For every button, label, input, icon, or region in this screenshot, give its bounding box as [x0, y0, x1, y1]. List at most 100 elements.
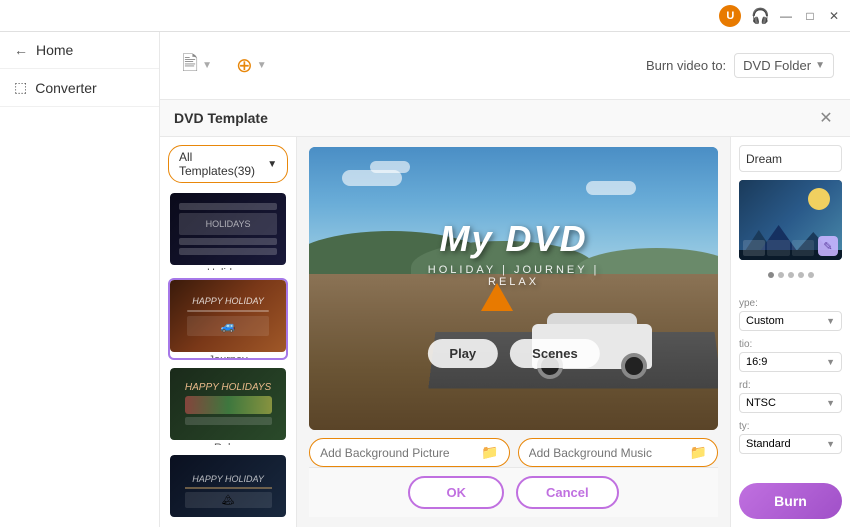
standard-setting-row: rd: NTSC ▼ [739, 380, 842, 413]
template-filter-label: All Templates(39) [179, 150, 267, 178]
template-name-holidays: Holidays [170, 265, 286, 272]
burn-button[interactable]: Burn [739, 483, 842, 519]
dvd-template-dialog: DVD Template ✕ All Templates(39) ▼ [160, 100, 850, 527]
template4-icon: 🏔 [222, 495, 235, 506]
preview-inputs: 📁 📁 [309, 438, 718, 467]
add-file-chevron: ▼ [202, 60, 212, 71]
bg-music-input[interactable] [529, 446, 684, 460]
holidays-thumb-content: HOLIDAYS [170, 193, 286, 265]
sidebar-item-converter[interactable]: ⬚ Converter [0, 69, 159, 107]
bg-music-wrap: 📁 [518, 438, 718, 467]
template4-block: 🏔 [185, 492, 272, 508]
strip-edit-btn[interactable]: ✎ [818, 236, 838, 256]
ok-button[interactable]: OK [408, 476, 504, 509]
close-btn[interactable]: ✕ [826, 8, 842, 24]
dialog-title: DVD Template [174, 110, 268, 126]
template-thumb-journey: HAPPY HOLIDAY 🚙 [170, 280, 286, 352]
quality-setting-row: ty: Standard ▼ [739, 421, 842, 454]
standard-select[interactable]: NTSC ▼ [739, 393, 842, 413]
standard-chevron: ▼ [826, 398, 835, 408]
sidebar-item-home[interactable]: ← Home [0, 32, 159, 69]
strip-moon [808, 188, 830, 210]
type-setting-row: ype: Custom ▼ [739, 298, 842, 331]
holiday-strip-1 [179, 203, 278, 210]
strip-thumbs [743, 240, 814, 256]
bg-music-folder-icon[interactable]: 📁 [690, 444, 707, 461]
dot-2 [778, 272, 784, 278]
maximize-btn[interactable]: □ [802, 8, 818, 24]
bg-picture-input[interactable] [320, 446, 475, 460]
sidebar-converter-label: Converter [35, 80, 96, 96]
add-folder-icon: ⊕ [236, 53, 253, 78]
dialog-body: All Templates(39) ▼ HOLIDAYS [160, 137, 850, 527]
bg-picture-wrap: 📁 [309, 438, 509, 467]
quality-value: Standard [746, 438, 791, 450]
template-item-4[interactable]: HAPPY HOLIDAY 🏔 [168, 453, 288, 519]
ratio-setting-row: tio: 16:9 ▼ [739, 339, 842, 372]
settings-panel: ▷ [730, 137, 850, 527]
sidebar-home-label: Home [36, 42, 73, 58]
preview-panel: My DVD HOLIDAY | JOURNEY | RELAX [297, 137, 730, 527]
template-filter-dropdown[interactable]: All Templates(39) ▼ [168, 145, 288, 183]
cancel-button[interactable]: Cancel [516, 476, 619, 509]
cloud-2 [370, 161, 410, 173]
add-folder-chevron: ▼ [257, 60, 267, 71]
template4-text: HAPPY HOLIDAY [192, 474, 264, 484]
burn-destination-dropdown[interactable]: DVD Folder ▼ [734, 53, 834, 78]
burn-dropdown-chevron: ▼ [815, 60, 825, 71]
dvd-subtitle: HOLIDAY | JOURNEY | RELAX [411, 264, 615, 288]
scenes-btn[interactable]: Scenes [510, 339, 600, 368]
play-btn[interactable]: Play [427, 339, 498, 368]
dream-search-input[interactable] [746, 152, 850, 166]
bg-picture-folder-icon[interactable]: 📁 [481, 444, 498, 461]
strip-dots [739, 272, 842, 278]
holiday-main-text: HOLIDAYS [206, 219, 251, 229]
filter-chevron-icon: ▼ [267, 159, 277, 170]
dialog-close-btn[interactable]: ✕ [816, 108, 836, 128]
ratio-value: 16:9 [746, 356, 767, 368]
dialog-footer: OK Cancel [309, 467, 718, 517]
holiday-main: HOLIDAYS [179, 213, 278, 235]
template-list: HOLIDAYS Holidays HAPPY HOLIDAY [168, 191, 288, 519]
add-folder-btn[interactable]: ⊕ ▼ [230, 49, 273, 82]
standard-value: NTSC [746, 397, 776, 409]
dot-4 [798, 272, 804, 278]
relax-colorbar [185, 396, 272, 414]
dot-3 [788, 272, 794, 278]
template-item-relax[interactable]: HAPPY HOLIDAYS Relax [168, 366, 288, 447]
journey-car-area: 🚙 [187, 316, 268, 336]
title-bar: U 🎧 — □ ✕ [0, 0, 850, 32]
quality-chevron: ▼ [826, 439, 835, 449]
quality-label: ty: [739, 421, 842, 432]
dialog-header: DVD Template ✕ [160, 100, 850, 137]
dot-5 [808, 272, 814, 278]
window-controls: — □ ✕ [778, 8, 842, 24]
template-name-relax: Relax [170, 440, 286, 447]
type-select[interactable]: Custom ▼ [739, 311, 842, 331]
ratio-label: tio: [739, 339, 842, 350]
strip-thumb-1 [743, 240, 765, 256]
dot-1 [768, 272, 774, 278]
minimize-btn[interactable]: — [778, 8, 794, 24]
type-value: Custom [746, 315, 784, 327]
dvd-title-area: My DVD HOLIDAY | JOURNEY | RELAX [411, 218, 615, 288]
top-toolbar: 🖹 ▼ ⊕ ▼ Burn video to: DVD Folder ▼ [160, 32, 850, 100]
template-item-journey[interactable]: HAPPY HOLIDAY 🚙 Journey [168, 278, 288, 359]
ratio-select[interactable]: 16:9 ▼ [739, 352, 842, 372]
spacer [739, 286, 842, 290]
journey-thumb-content: HAPPY HOLIDAY 🚙 [170, 280, 286, 352]
strip-thumb-3 [792, 240, 814, 256]
sidebar: ← Home ⬚ Converter [0, 32, 160, 527]
user-avatar: U [719, 5, 741, 27]
add-file-btn[interactable]: 🖹 ▼ [176, 45, 218, 87]
cloud-3 [586, 181, 636, 195]
dvd-buttons: Play Scenes [427, 339, 599, 368]
add-file-icon: 🖹 [182, 49, 198, 83]
template-item-holidays[interactable]: HOLIDAYS Holidays [168, 191, 288, 272]
holiday-strip-3 [179, 248, 278, 255]
template-preview-strip[interactable]: ✎ [739, 180, 842, 260]
quality-select[interactable]: Standard ▼ [739, 434, 842, 454]
triangle-overlay [481, 283, 513, 311]
template-thumb-holidays: HOLIDAYS [170, 193, 286, 265]
template-thumb-4: HAPPY HOLIDAY 🏔 [170, 455, 286, 519]
